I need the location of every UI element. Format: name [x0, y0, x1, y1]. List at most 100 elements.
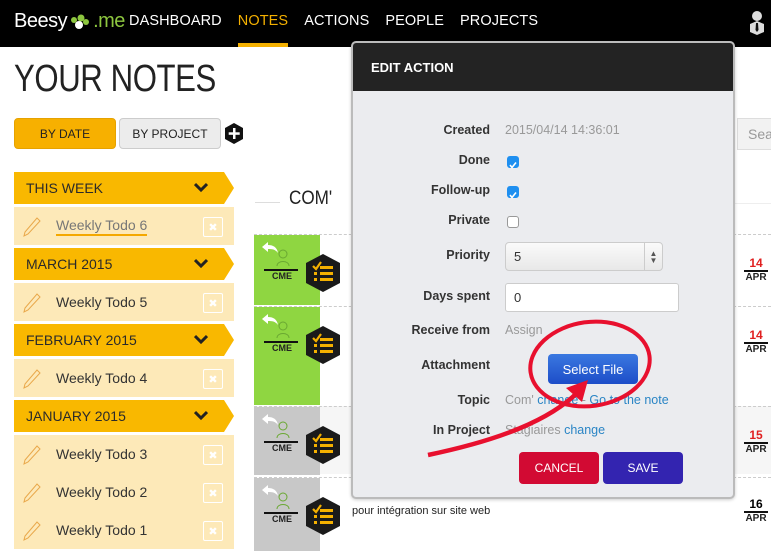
action-status-tile[interactable]: CME	[254, 407, 340, 475]
group-label: THIS WEEK	[26, 180, 104, 196]
group-january-2015[interactable]: JANUARY 2015	[14, 400, 234, 432]
topic-value: Com' change - Go to the note	[505, 393, 669, 407]
days-spent-input[interactable]: 0	[505, 283, 679, 312]
private-checkbox[interactable]	[507, 216, 519, 228]
group-february-2015[interactable]: FEBRUARY 2015	[14, 324, 234, 356]
notes-sidebar: THIS WEEK Weekly Todo 6 ✖ MARCH 2015 Wee…	[14, 172, 234, 549]
task-list-icon[interactable]	[304, 325, 342, 365]
due-date: 14 APR	[744, 257, 768, 283]
receive-from-value[interactable]: Assign	[505, 323, 543, 337]
delete-icon[interactable]: ✖	[203, 521, 223, 541]
select-file-button[interactable]: Select File	[548, 354, 638, 384]
note-label[interactable]: Weekly Todo 3	[56, 446, 147, 462]
tab-by-project[interactable]: BY PROJECT	[119, 118, 221, 149]
group-label: MARCH 2015	[26, 256, 113, 272]
save-button[interactable]: SAVE	[603, 452, 683, 484]
top-nav-bar: Beesy .me DASHBOARD NOTES ACTIONS PEOPLE…	[0, 0, 771, 47]
chevron-down-icon[interactable]	[194, 181, 208, 193]
priority-select[interactable]: 5 ▲ ▼	[505, 242, 663, 271]
nav-notes[interactable]: NOTES	[237, 13, 289, 47]
action-text: pour intégration sur site web	[352, 505, 491, 517]
done-label: Done	[458, 153, 490, 167]
receive-from-label: Receive from	[411, 323, 490, 337]
person-icon	[276, 421, 290, 439]
modal-title: EDIT ACTION	[353, 43, 733, 91]
select-arrows-icon: ▲ ▼	[644, 243, 662, 270]
note-label[interactable]: Weekly Todo 5	[56, 294, 147, 310]
note-item[interactable]: Weekly Todo 2 ✖	[14, 473, 234, 511]
project-change-link[interactable]: change	[564, 423, 605, 437]
task-list-icon[interactable]	[304, 253, 342, 293]
assignee-initials: CME	[272, 271, 292, 281]
note-label[interactable]: Weekly Todo 1	[56, 522, 147, 538]
followup-checkbox[interactable]	[507, 186, 519, 199]
chevron-down-icon[interactable]	[194, 333, 208, 345]
edit-action-modal: EDIT ACTION Created 2015/04/14 14:36:01 …	[351, 41, 735, 499]
task-list-icon[interactable]	[304, 496, 342, 536]
topic-name: Com'	[505, 393, 534, 407]
divider	[735, 203, 771, 204]
due-month: APR	[745, 344, 767, 355]
note-item[interactable]: Weekly Todo 6 ✖	[14, 207, 234, 245]
check-icon	[509, 192, 517, 199]
note-item[interactable]: Weekly Todo 4 ✖	[14, 359, 234, 397]
chevron-down-icon[interactable]	[194, 409, 208, 421]
add-note-icon[interactable]	[224, 123, 244, 145]
due-date: 16 APR	[744, 498, 768, 524]
topic-label: Topic	[457, 393, 490, 407]
nav-dashboard[interactable]: DASHBOARD	[129, 13, 222, 47]
private-label: Private	[448, 213, 490, 227]
topic-change-link[interactable]: change	[537, 393, 578, 407]
due-day: 15	[744, 429, 768, 444]
delete-icon[interactable]: ✖	[203, 445, 223, 465]
in-project-label: In Project	[433, 423, 490, 437]
action-status-tile[interactable]: CME	[254, 235, 340, 305]
group-this-week[interactable]: THIS WEEK	[14, 172, 234, 204]
search-input[interactable]: Sea	[737, 118, 771, 150]
note-label[interactable]: Weekly Todo 2	[56, 484, 147, 500]
pencil-icon[interactable]	[22, 444, 42, 466]
pencil-icon[interactable]	[22, 482, 42, 504]
project-name: Stagiaires	[505, 423, 561, 437]
due-month: APR	[745, 444, 767, 455]
priority-value: 5	[514, 249, 522, 264]
go-to-note-link[interactable]: Go to the note	[589, 393, 668, 407]
note-item[interactable]: Weekly Todo 1 ✖	[14, 511, 234, 549]
pencil-icon[interactable]	[22, 216, 42, 238]
done-checkbox[interactable]	[507, 156, 519, 169]
chevron-down-icon[interactable]	[194, 257, 208, 269]
days-spent-label: Days spent	[423, 289, 490, 303]
logo-text: Beesy	[14, 10, 68, 32]
divider	[255, 202, 280, 203]
note-item[interactable]: Weekly Todo 5 ✖	[14, 283, 234, 321]
attachment-label: Attachment	[421, 358, 490, 372]
assignee-initials: CME	[272, 343, 292, 353]
priority-label: Priority	[446, 248, 490, 262]
note-label[interactable]: Weekly Todo 4	[56, 370, 147, 386]
pencil-icon[interactable]	[22, 520, 42, 542]
task-list-icon[interactable]	[304, 425, 342, 465]
group-march-2015[interactable]: MARCH 2015	[14, 248, 234, 280]
cancel-button[interactable]: CANCEL	[519, 452, 599, 484]
pencil-icon[interactable]	[22, 292, 42, 314]
user-profile-icon[interactable]	[748, 10, 766, 36]
pencil-icon[interactable]	[22, 368, 42, 390]
logo[interactable]: Beesy .me	[14, 10, 125, 33]
tab-by-date[interactable]: BY DATE	[14, 118, 116, 149]
delete-icon[interactable]: ✖	[203, 293, 223, 313]
note-item[interactable]: Weekly Todo 3 ✖	[14, 435, 234, 473]
action-status-tile[interactable]: CME	[254, 478, 340, 551]
delete-icon[interactable]: ✖	[203, 369, 223, 389]
due-date: 15 APR	[744, 429, 768, 455]
due-day: 14	[744, 257, 768, 272]
note-label[interactable]: Weekly Todo 6	[56, 217, 148, 236]
delete-icon[interactable]: ✖	[203, 483, 223, 503]
created-label: Created	[443, 123, 490, 137]
action-status-tile[interactable]: CME	[254, 307, 340, 405]
group-label: JANUARY 2015	[26, 408, 126, 424]
assignee-initials: CME	[272, 514, 292, 524]
due-date: 14 APR	[744, 329, 768, 355]
section-title: COM'	[289, 188, 333, 209]
followup-label: Follow-up	[430, 183, 490, 197]
delete-icon[interactable]: ✖	[203, 217, 223, 237]
